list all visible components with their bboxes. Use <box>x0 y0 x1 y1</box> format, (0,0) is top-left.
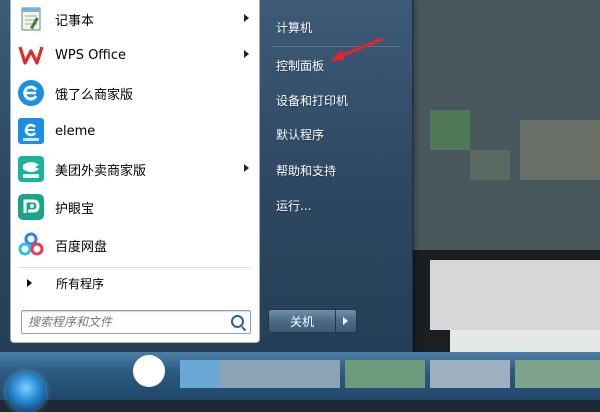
right-item-devices-printers[interactable]: 设备和打印机 <box>268 83 398 117</box>
program-item-eye-care[interactable]: 护眼宝 <box>11 190 259 224</box>
windows-start-orb-icon[interactable] <box>6 372 46 412</box>
program-label: 百度网盘 <box>55 239 108 255</box>
program-label: 记事本 <box>55 13 95 29</box>
submenu-arrow-icon <box>244 164 249 172</box>
right-item-label: 控制面板 <box>276 58 325 73</box>
program-item-eleme-merchant[interactable]: 饿了么商家版 <box>11 76 259 110</box>
shutdown-button[interactable]: 关机 <box>268 309 336 333</box>
search-icon[interactable] <box>231 315 244 328</box>
all-programs-label: 所有程序 <box>56 276 105 291</box>
right-item-default-programs[interactable]: 默认程序 <box>268 117 398 151</box>
program-label: 饿了么商家版 <box>55 87 134 103</box>
program-label: WPS Office <box>55 47 127 63</box>
programs-pane: 记事本 WPS Office 饿了么商家版 eleme 美团外卖商家版 护眼宝 … <box>10 0 260 343</box>
search-input[interactable] <box>22 312 224 332</box>
right-item-label: 帮助和支持 <box>276 163 337 178</box>
right-item-label: 默认程序 <box>276 127 325 142</box>
program-label: 美团外卖商家版 <box>55 163 147 179</box>
separator <box>19 267 251 268</box>
all-programs-button[interactable]: 所有程序 <box>11 270 259 296</box>
right-item-run[interactable]: 运行... <box>268 188 398 222</box>
annotation-arrow-icon <box>330 37 384 61</box>
triangle-right-icon <box>27 279 32 287</box>
shutdown-options-button[interactable] <box>335 309 357 333</box>
right-item-label: 运行... <box>276 198 312 213</box>
submenu-arrow-icon <box>244 50 249 58</box>
submenu-arrow-icon <box>244 14 249 22</box>
program-item-notepad[interactable]: 记事本 <box>11 2 259 36</box>
program-item-meituan-merchant[interactable]: 美团外卖商家版 <box>11 152 259 186</box>
notepad-icon <box>17 5 45 33</box>
shutdown-label: 关机 <box>289 314 314 329</box>
taskbar-app-icon[interactable] <box>133 355 165 387</box>
start-menu: 记事本 WPS Office 饿了么商家版 eleme 美团外卖商家版 护眼宝 … <box>0 0 413 352</box>
baidu-netdisk-icon <box>17 231 45 259</box>
program-label: 护眼宝 <box>55 201 95 217</box>
eleme-icon <box>17 117 45 145</box>
eleme-merchant-icon <box>17 79 45 107</box>
wps-office-icon <box>17 41 45 69</box>
right-item-label: 设备和打印机 <box>276 93 349 108</box>
meituan-merchant-icon <box>17 155 45 183</box>
right-item-help-support[interactable]: 帮助和支持 <box>268 153 398 187</box>
taskbar <box>0 352 600 400</box>
eye-care-icon <box>17 193 45 221</box>
program-label: eleme <box>55 123 96 139</box>
search-box[interactable] <box>21 310 251 334</box>
program-item-wps-office[interactable]: WPS Office <box>11 38 259 72</box>
program-item-eleme[interactable]: eleme <box>11 114 259 148</box>
program-item-baidu-netdisk[interactable]: 百度网盘 <box>11 228 259 262</box>
right-item-label: 计算机 <box>276 20 313 35</box>
